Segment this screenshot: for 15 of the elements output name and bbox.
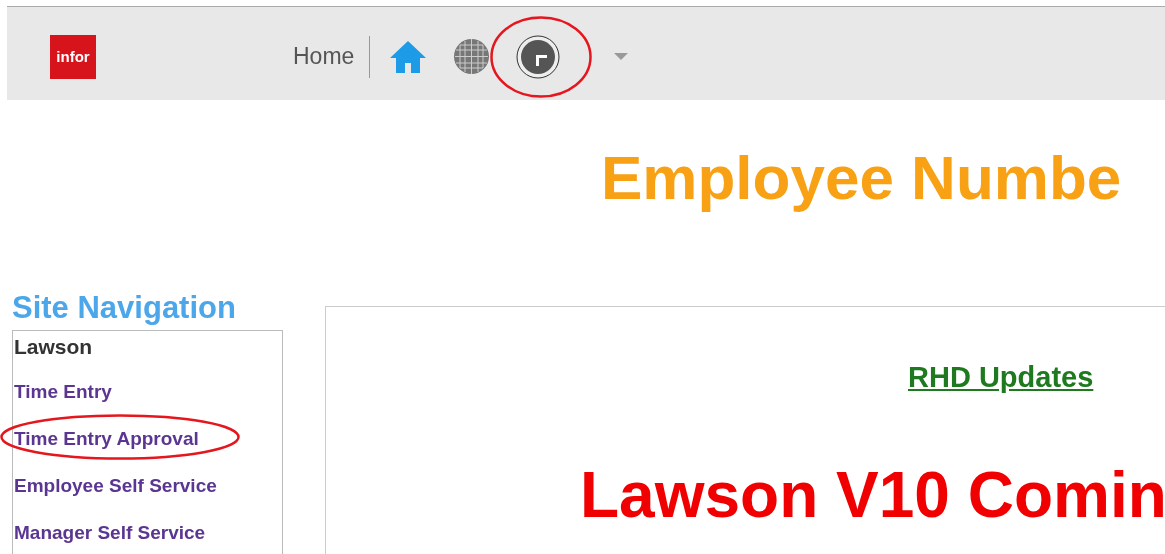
- home-link[interactable]: Home: [293, 43, 355, 70]
- nav-group-label: Lawson: [14, 335, 94, 360]
- globe-icon[interactable]: [453, 38, 491, 75]
- page-title: Employee Numbe: [601, 142, 1122, 213]
- home-icon[interactable]: [389, 39, 428, 74]
- corner-clock-icon[interactable]: [516, 34, 561, 79]
- caret-icon[interactable]: [614, 52, 629, 61]
- nav-link[interactable]: Employee Self Service: [14, 475, 217, 522]
- infor-logo: infor: [50, 34, 96, 79]
- nav-title: Site Navigation: [12, 292, 237, 327]
- headline: Lawson V10 Comin: [580, 459, 1165, 531]
- nav-link[interactable]: Manager Self Service: [14, 522, 206, 554]
- nav-link[interactable]: Time Entry: [14, 381, 112, 428]
- updates-link[interactable]: RHD Updates: [908, 361, 1094, 394]
- nav-link[interactable]: Time Entry Approval: [14, 428, 199, 475]
